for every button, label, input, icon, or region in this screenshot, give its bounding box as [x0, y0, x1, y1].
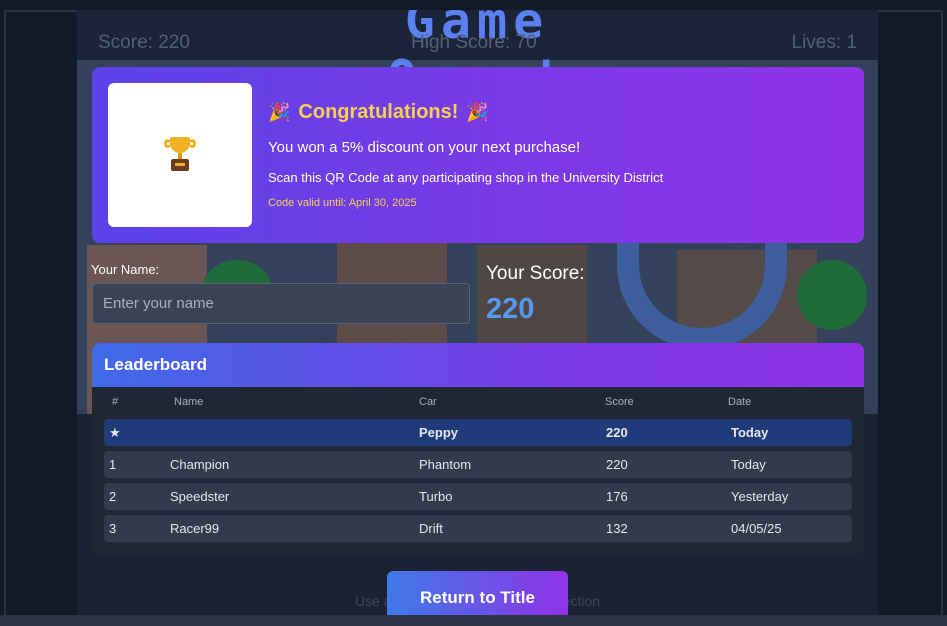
cell-rank: 2: [109, 489, 117, 504]
name-input[interactable]: [92, 283, 470, 324]
leaderboard-header-row: # Name Car Score Date: [92, 387, 864, 413]
qr-code-box: [108, 83, 252, 227]
column-header-date: Date: [728, 396, 752, 408]
promo-heading: 🎉 Congratulations! 🎉: [268, 101, 489, 124]
window-bottom-edge: [0, 615, 947, 626]
your-score-label: Your Score:: [486, 263, 585, 284]
promo-banner: 🎉 Congratulations! 🎉 You won a 5% discou…: [92, 67, 864, 243]
trophy-icon: [164, 137, 196, 173]
hud-high-score: High Score: 70: [411, 32, 537, 53]
cell-rank: 3: [109, 521, 117, 536]
party-popper-icon: 🎉: [466, 102, 489, 122]
column-header-score: Score: [605, 396, 634, 408]
your-score-value: 220: [486, 293, 535, 325]
cell-score: 220: [606, 457, 628, 472]
cell-car: Peppy: [419, 425, 459, 440]
cell-car: Turbo: [419, 489, 453, 504]
cell-name: Speedster: [170, 489, 230, 504]
promo-instructions: Scan this QR Code at any participating s…: [268, 170, 664, 185]
table-row: 2 Speedster Turbo 176 Yesterday: [104, 483, 852, 510]
cell-name: Racer99: [170, 521, 220, 536]
star-icon: ★: [109, 425, 121, 440]
table-row-current-player: ★ Peppy 220 Today: [104, 419, 852, 446]
leaderboard-title: Leaderboard: [92, 343, 864, 387]
column-header-rank: #: [112, 396, 119, 408]
table-row: 3 Racer99 Drift 132 04/05/25: [104, 515, 852, 542]
cell-date: Yesterday: [731, 489, 789, 504]
party-popper-icon: 🎉: [268, 102, 291, 122]
cell-date: Today: [731, 457, 766, 472]
column-header-name: Name: [174, 396, 204, 408]
tree: [797, 260, 867, 330]
cell-car: Drift: [419, 521, 443, 536]
promo-expiry: Code valid until: April 30, 2025: [268, 197, 417, 209]
leaderboard-panel: Leaderboard # Name Car Score Date ★ Pepp…: [92, 343, 864, 554]
name-label: Your Name:: [91, 262, 160, 277]
cell-date: 04/05/25: [731, 521, 782, 536]
cell-date: Today: [731, 425, 769, 440]
promo-heading-text: Congratulations!: [298, 101, 459, 123]
promo-discount-text: You won a 5% discount on your next purch…: [268, 139, 581, 156]
hud-score: Score: 220: [98, 32, 190, 53]
cell-rank: 1: [109, 457, 117, 472]
cell-score: 220: [606, 425, 628, 440]
table-row: 1 Champion Phantom 220 Today: [104, 451, 852, 478]
hud-lives: Lives: 1: [791, 32, 857, 53]
cell-name: Champion: [170, 457, 230, 472]
cell-score: 176: [606, 489, 628, 504]
game-window: Game Over! Score: 220 High Score: 70 Liv…: [0, 0, 947, 626]
cell-score: 132: [606, 521, 628, 536]
cell-car: Phantom: [419, 457, 472, 472]
column-header-car: Car: [419, 396, 437, 408]
